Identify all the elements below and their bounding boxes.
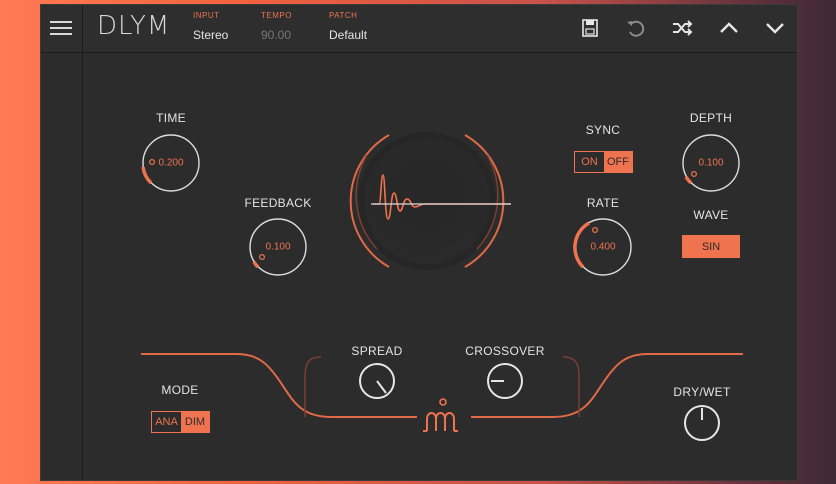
spread-knob[interactable] <box>359 363 395 399</box>
time-value: 0.200 <box>158 157 184 169</box>
drywet-label: DRY/WET <box>673 385 731 399</box>
band-lines <box>141 353 743 418</box>
crossover-label: CROSSOVER <box>465 344 545 358</box>
mode-label: MODE <box>161 383 199 397</box>
wave-selector[interactable]: SIN <box>682 235 740 258</box>
delay-visualizer <box>349 132 511 270</box>
sync-toggle[interactable]: ON OFF <box>574 151 633 173</box>
spread-label: SPREAD <box>351 344 403 358</box>
depth-label: DEPTH <box>689 111 733 125</box>
crossover-knob[interactable] <box>487 363 523 399</box>
mode-toggle[interactable]: ANA DIM <box>151 411 210 433</box>
sync-label: SYNC <box>585 123 621 137</box>
plugin-window: DLYM INPUT Stereo TEMPO 90.00 PATCH Defa… <box>40 4 798 481</box>
mode-dim-option[interactable]: DIM <box>181 412 209 432</box>
time-label: TIME <box>156 111 186 125</box>
drywet-knob[interactable] <box>684 405 720 441</box>
brand-logo-icon <box>423 398 458 432</box>
feedback-label: FEEDBACK <box>244 196 312 210</box>
feedback-value: 0.100 <box>265 241 291 253</box>
rate-value: 0.400 <box>590 241 616 253</box>
sync-off-option[interactable]: OFF <box>604 152 632 172</box>
rate-label: RATE <box>586 196 620 210</box>
wave-label: WAVE <box>693 208 729 222</box>
sync-on-option[interactable]: ON <box>575 152 604 172</box>
mode-ana-option[interactable]: ANA <box>152 412 181 432</box>
depth-value: 0.100 <box>698 157 724 169</box>
